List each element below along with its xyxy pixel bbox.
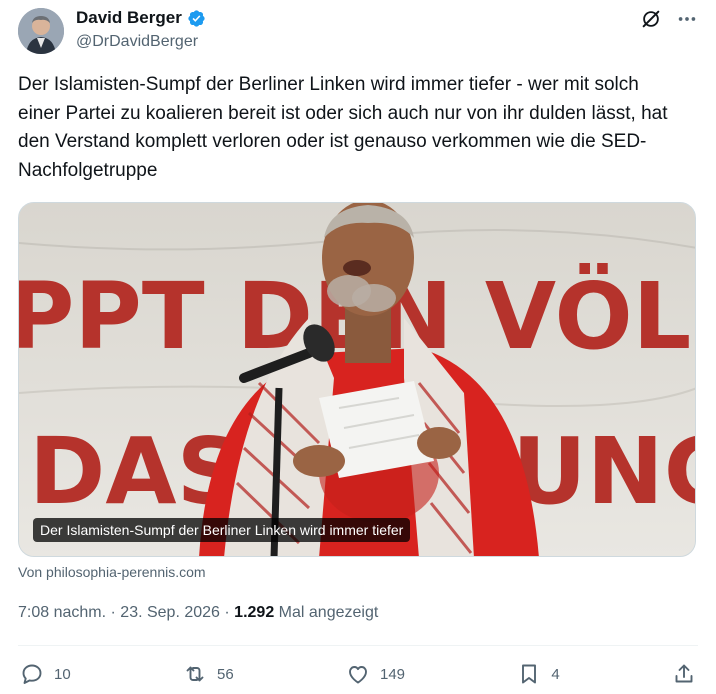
grok-icon[interactable] [640, 8, 662, 30]
meta-separator: · [110, 604, 121, 621]
like-button[interactable]: 149 [346, 662, 405, 686]
action-bar: 10 56 149 4 [20, 659, 696, 689]
divider [18, 645, 698, 646]
link-source[interactable]: Von philosophia-perennis.com [18, 564, 206, 580]
more-icon[interactable] [676, 8, 698, 30]
author-name[interactable]: David Berger [76, 8, 182, 28]
bookmark-icon [522, 664, 537, 684]
repost-count: 56 [217, 665, 234, 683]
media-image: PPT DEN VÖLK DAS NUNG [19, 203, 695, 556]
author-handle[interactable]: @DrDavidBerger [76, 33, 198, 51]
reply-button[interactable]: 10 [20, 662, 71, 686]
share-icon [675, 664, 693, 683]
tweet-media[interactable]: PPT DEN VÖLK DAS NUNG Der Islamisten-Sum… [18, 202, 696, 557]
share-button[interactable] [672, 662, 696, 686]
tweet-text: Der Islamisten-Sumpf der Berliner Linken… [18, 74, 668, 181]
views-count: 1.292 [234, 604, 275, 621]
reply-icon [22, 664, 42, 684]
avatar-image [18, 8, 64, 54]
avatar[interactable] [18, 8, 64, 54]
bookmark-button[interactable]: 4 [517, 662, 560, 686]
like-icon [349, 666, 367, 684]
tweet-date[interactable]: 23. Sep. 2026 [120, 604, 220, 621]
tweet-meta: 7:08 nachm. · 23. Sep. 2026 · 1.292 Mal … [18, 604, 378, 622]
tweet-time[interactable]: 7:08 nachm. [18, 604, 106, 621]
views-label: Mal angezeigt [278, 604, 379, 621]
media-caption: Der Islamisten-Sumpf der Berliner Linken… [33, 518, 411, 542]
like-count: 149 [380, 665, 406, 683]
author-name-row[interactable]: David Berger [76, 8, 206, 28]
meta-separator: · [224, 604, 235, 621]
tweet-top-actions [640, 8, 698, 30]
bookmark-count: 4 [551, 665, 560, 683]
reply-count: 10 [54, 665, 71, 683]
repost-icon [186, 666, 204, 682]
repost-button[interactable]: 56 [183, 662, 234, 686]
verified-badge-icon [188, 9, 205, 27]
